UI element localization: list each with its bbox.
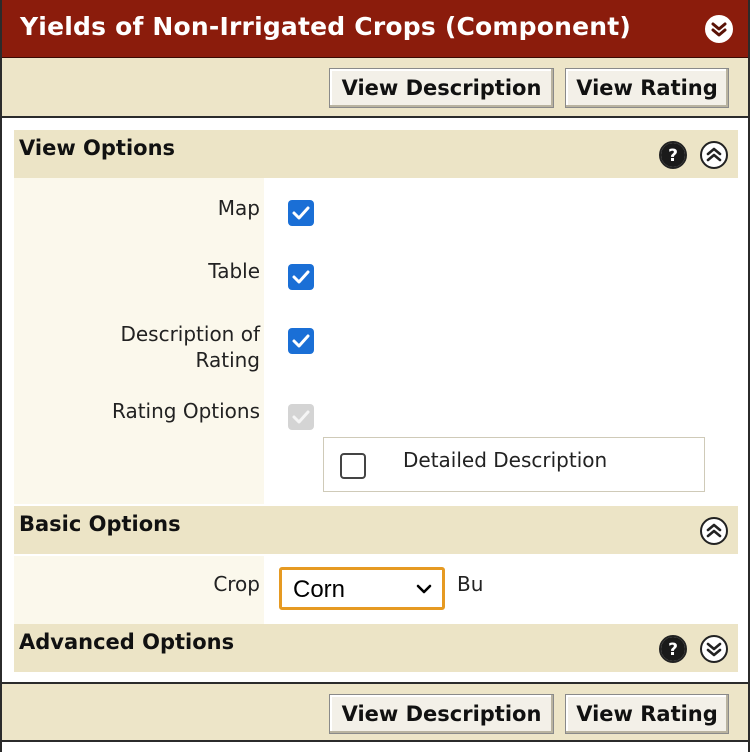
svg-text:?: ?: [668, 146, 678, 166]
view-rating-button-bottom[interactable]: View Rating: [565, 694, 729, 734]
view-options-help-icon[interactable]: ?: [659, 141, 687, 169]
detailed-description-checkbox[interactable]: [340, 453, 366, 479]
top-toolbar: View Description View Rating: [2, 58, 748, 118]
view-options-header[interactable]: View Options ?: [14, 130, 738, 178]
svg-text:?: ?: [668, 640, 678, 660]
rating-options-label: Rating Options: [111, 399, 260, 423]
view-options-title: View Options: [19, 136, 176, 160]
crop-unit: Bu: [457, 572, 484, 596]
bottom-toolbar: View Description View Rating: [2, 682, 748, 742]
detailed-description-label: Detailed Description: [403, 448, 608, 472]
table-label: Table: [208, 259, 260, 283]
advanced-options-title: Advanced Options: [19, 630, 235, 654]
basic-options-title: Basic Options: [19, 512, 181, 536]
rating-options-checkbox: [288, 404, 314, 430]
panel-title-bar: Yields of Non-Irrigated Crops (Component…: [2, 0, 748, 58]
advanced-options-help-icon[interactable]: ?: [659, 635, 687, 663]
crop-label: Crop: [213, 572, 260, 596]
chevron-down-icon: [416, 584, 432, 594]
description-of-rating-checkbox[interactable]: [288, 328, 314, 354]
description-of-rating-label-line1: Description of: [120, 322, 260, 346]
advanced-options-expand-icon[interactable]: [700, 635, 728, 663]
panel-title: Yields of Non-Irrigated Crops (Component…: [20, 12, 632, 41]
basic-options-collapse-icon[interactable]: [700, 517, 728, 545]
view-options-collapse-icon[interactable]: [700, 141, 728, 169]
crop-select[interactable]: Corn: [279, 567, 445, 610]
collapse-panel-icon[interactable]: [705, 15, 733, 43]
map-label: Map: [217, 196, 260, 220]
view-description-button-bottom[interactable]: View Description: [329, 694, 554, 734]
rating-options-box: Detailed Description: [323, 437, 705, 492]
table-checkbox[interactable]: [288, 264, 314, 290]
basic-options-header[interactable]: Basic Options: [14, 506, 738, 554]
map-checkbox[interactable]: [288, 200, 314, 226]
advanced-options-header[interactable]: Advanced Options ?: [14, 624, 738, 672]
view-rating-button[interactable]: View Rating: [565, 68, 729, 108]
view-description-button[interactable]: View Description: [329, 68, 554, 108]
soil-report-panel: Yields of Non-Irrigated Crops (Component…: [0, 0, 750, 752]
crop-select-value: Corn: [293, 576, 346, 603]
description-of-rating-label-line2: Rating: [195, 348, 260, 372]
